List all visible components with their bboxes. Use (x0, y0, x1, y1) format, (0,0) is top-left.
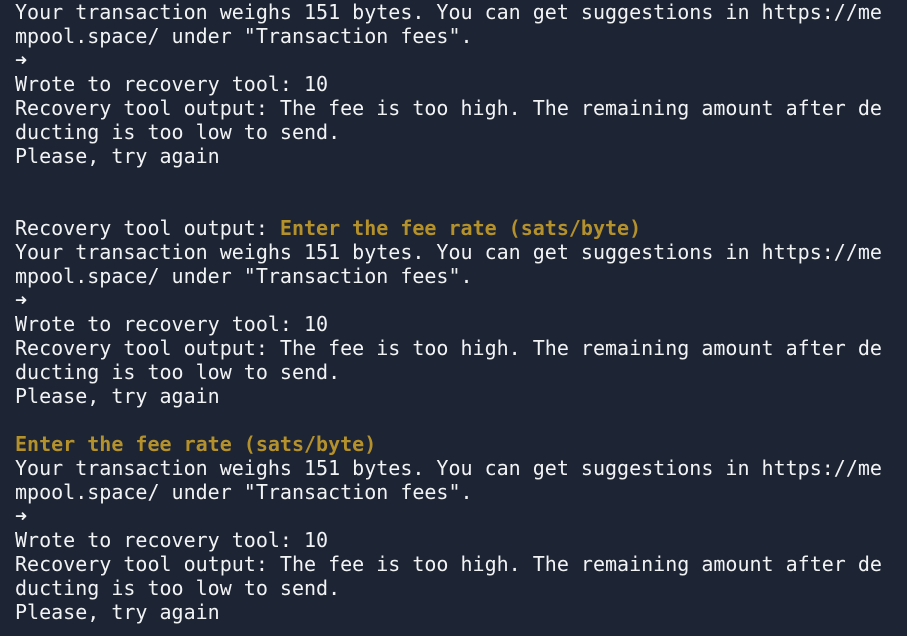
line-text: mpool.space/ under "Transaction fees". (15, 24, 473, 48)
terminal-line: mpool.space/ under "Transaction fees". (15, 24, 907, 48)
terminal-output: Your transaction weighs 151 bytes. You c… (0, 0, 907, 636)
line-text: Recovery tool output: The fee is too hig… (15, 336, 882, 360)
line-highlight: Enter the fee rate (sats/byte) (15, 432, 377, 456)
terminal-line: Please, try again (15, 384, 907, 408)
prompt-arrow-icon: ➜ (15, 504, 28, 528)
terminal-line: Recovery tool output: The fee is too hig… (15, 336, 907, 360)
line-text: Recovery tool output: The fee is too hig… (15, 552, 882, 576)
terminal-line: Wrote to recovery tool: 10 (15, 528, 907, 552)
line-text: Wrote to recovery tool: 10 (15, 72, 329, 96)
line-text: Your transaction weighs 151 bytes. You c… (15, 456, 882, 480)
line-text: mpool.space/ under "Transaction fees". (15, 480, 473, 504)
line-text: Your transaction weighs 151 bytes. You c… (15, 0, 882, 24)
line-highlight: Enter the fee rate (sats/byte) (279, 216, 642, 240)
line-text: Please, try again (15, 384, 220, 408)
terminal-line: Wrote to recovery tool: 10 (15, 312, 907, 336)
line-prefix: Recovery tool output: (15, 216, 280, 240)
prompt-arrow-icon: ➜ (15, 48, 28, 72)
line-text: ducting is too low to send. (15, 576, 341, 600)
prompt-arrow-icon: ➜ (15, 288, 28, 312)
terminal-line: ducting is too low to send. (15, 576, 907, 600)
terminal-line: Recovery tool output: The fee is too hig… (15, 552, 907, 576)
terminal-line: ➜ (15, 48, 907, 72)
line-text: Recovery tool output: The fee is too hig… (15, 96, 882, 120)
terminal-line: mpool.space/ under "Transaction fees". (15, 480, 907, 504)
terminal-line: mpool.space/ under "Transaction fees". (15, 264, 907, 288)
terminal-line: Your transaction weighs 151 bytes. You c… (15, 0, 907, 24)
terminal-line: ➜ (15, 504, 907, 528)
terminal-line: Your transaction weighs 151 bytes. You c… (15, 240, 907, 264)
terminal-line: ducting is too low to send. (15, 360, 907, 384)
line-text: ducting is too low to send. (15, 360, 341, 384)
line-text: mpool.space/ under "Transaction fees". (15, 264, 473, 288)
terminal-line: Please, try again (15, 600, 907, 624)
line-text: Wrote to recovery tool: 10 (15, 312, 329, 336)
line-text: Please, try again (15, 600, 220, 624)
line-text: Wrote to recovery tool: 10 (15, 528, 329, 552)
line-text: Your transaction weighs 151 bytes. You c… (15, 240, 882, 264)
terminal-line: ducting is too low to send. (15, 120, 907, 144)
line-text: ducting is too low to send. (15, 120, 341, 144)
terminal-line: Wrote to recovery tool: 10 (15, 72, 907, 96)
terminal-line: Enter the fee rate (sats/byte) (15, 432, 907, 456)
terminal-line: Please, try again (15, 144, 907, 168)
terminal-line: Recovery tool output: The fee is too hig… (15, 96, 907, 120)
terminal-line: Recovery tool output: Enter the fee rate… (15, 216, 907, 240)
line-text: Please, try again (15, 144, 220, 168)
terminal-line: Your transaction weighs 151 bytes. You c… (15, 456, 907, 480)
terminal-line: ➜ (15, 288, 907, 312)
